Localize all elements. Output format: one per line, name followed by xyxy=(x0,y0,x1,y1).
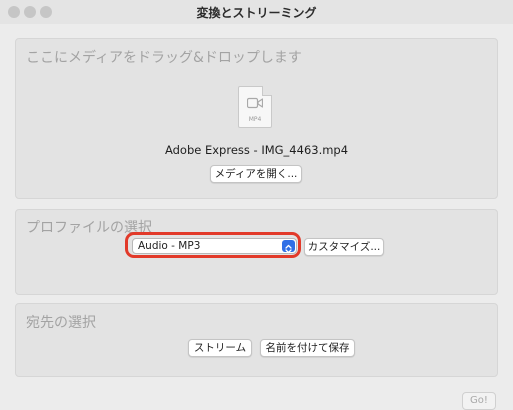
dialog-body: ここにメディアをドラッグ&ドロップします MP4 Adobe Express -… xyxy=(0,24,513,410)
media-drop-zone[interactable]: ここにメディアをドラッグ&ドロップします MP4 Adobe Express -… xyxy=(15,38,498,199)
window-title: 変換とストリーミング xyxy=(196,6,317,20)
save-as-button[interactable]: 名前を付けて保存 xyxy=(260,339,355,357)
customize-button[interactable]: カスタマイズ... xyxy=(304,238,384,256)
open-media-button[interactable]: メディアを開く... xyxy=(210,165,302,183)
chevron-updown-icon xyxy=(282,240,295,254)
drop-zone-heading: ここにメディアをドラッグ&ドロップします xyxy=(26,50,302,66)
title-bar: 変換とストリーミング xyxy=(0,0,513,25)
profile-select[interactable]: Audio - MP3 xyxy=(132,238,297,254)
profile-select-value: Audio - MP3 xyxy=(138,240,201,252)
go-button[interactable]: Go! xyxy=(462,392,496,410)
destination-heading: 宛先の選択 xyxy=(26,315,96,331)
video-file-icon: MP4 xyxy=(238,86,272,128)
stream-button[interactable]: ストリーム xyxy=(188,339,252,357)
file-name: Adobe Express - IMG_4463.mp4 xyxy=(164,143,349,157)
file-type-label: MP4 xyxy=(248,116,262,123)
profile-section: プロファイルの選択 Audio - MP3 カスタマイズ... xyxy=(15,209,498,295)
video-camera-icon xyxy=(247,97,263,109)
destination-section: 宛先の選択 ストリーム 名前を付けて保存 xyxy=(15,303,498,377)
